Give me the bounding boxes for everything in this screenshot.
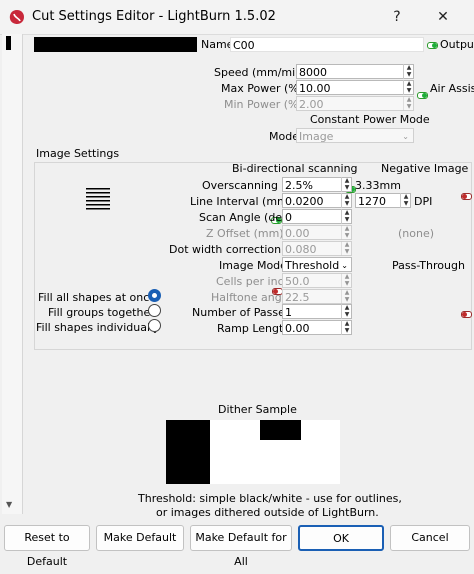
dither-sample-image [166,420,340,484]
dither-sample-heading: Dither Sample [218,403,297,416]
overscanning-label: Overscanning [202,179,278,192]
image-settings-heading: Image Settings [36,147,120,160]
reset-to-default-button[interactable]: Reset to Default [4,525,90,568]
line-interval-label: Line Interval (mm) [190,195,293,208]
left-scrollbar[interactable]: ▼ [2,34,23,514]
air-assist-label: Air Assist [430,82,474,95]
min-power-spinner[interactable]: ▲ ▼ [403,96,414,111]
window-title: Cut Settings Editor - LightBurn 1.5.02 [32,9,276,24]
dither-caption-line1: Threshold: simple black/white - use for … [138,492,402,505]
cells-per-inch-spinner[interactable]: ▲ ▼ [341,273,352,288]
name-label: Name [201,38,234,51]
cells-per-inch-label: Cells per inch [216,275,291,288]
pass-through-toggle[interactable] [461,311,472,318]
dither-caption-line2: or images dithered outside of LightBurn. [156,506,379,519]
halftone-angle-label: Halftone angle [211,291,292,304]
fill-groups-radio[interactable] [148,304,161,317]
number-of-passes-spinner[interactable]: ▲ ▼ [341,304,352,319]
bidirectional-label: Bi-directional scanning [232,162,358,175]
pass-through-label: Pass-Through [392,259,465,272]
mode-label: Mode [269,130,299,143]
overscanning-mm-value: 3.33mm [355,179,401,192]
close-button[interactable]: ✕ [420,0,466,34]
help-button[interactable]: ? [374,0,420,34]
dpi-spinner[interactable]: ▲ ▼ [400,193,411,208]
z-offset-spinner[interactable]: ▲ ▼ [341,225,352,240]
output-label: Output [440,38,474,51]
scan-lines-icon [86,188,110,210]
image-mode-value: Threshold [285,259,340,272]
overscanning-spinner[interactable]: ▲ ▼ [341,177,352,192]
dither-black-block [166,420,210,484]
max-power-input[interactable]: 10.00 [296,80,414,95]
scan-angle-label: Scan Angle (deg) [199,211,294,224]
fill-individually-label: Fill shapes individually [36,321,160,334]
lightburn-logo-icon [9,10,24,24]
output-toggle[interactable] [427,42,438,49]
number-of-passes-label: Number of Passes [192,306,291,319]
halftone-angle-spinner[interactable]: ▲ ▼ [341,289,352,304]
make-default-for-all-button[interactable]: Make Default for All [190,525,292,568]
scan-angle-spinner[interactable]: ▲ ▼ [341,209,352,224]
line-interval-spinner[interactable]: ▲ ▼ [341,193,352,208]
fill-groups-label: Fill groups together [48,306,155,319]
dither-black-bar [260,420,301,440]
dpi-label: DPI [414,195,433,208]
make-default-button[interactable]: Make Default [96,525,184,551]
negative-image-label: Negative Image [381,162,469,175]
air-assist-toggle[interactable] [417,92,428,99]
image-mode-select[interactable]: Threshold ⌄ [282,257,352,272]
min-power-label: Min Power (%) [224,98,303,111]
z-offset-label: Z Offset (mm) [206,227,284,240]
dot-width-label: Dot width correction [169,243,282,256]
cancel-button[interactable]: Cancel [390,525,470,551]
image-mode-label: Image Mode [219,259,287,272]
mode-select[interactable]: Image ⌄ [296,128,414,143]
fill-all-radio[interactable] [148,289,161,302]
fill-individually-radio[interactable] [148,319,161,332]
max-power-label: Max Power (%) [221,82,304,95]
negative-image-toggle[interactable] [461,193,472,200]
scroll-down-arrow-icon[interactable]: ▼ [6,500,12,509]
ramp-length-label: Ramp Length [217,322,291,335]
speed-label: Speed (mm/min) [214,66,307,79]
speed-input[interactable]: 8000 [296,64,414,79]
speed-spinner[interactable]: ▲ ▼ [403,64,414,79]
image-mode-chevron-down-icon: ⌄ [341,261,348,270]
ok-button[interactable]: OK [298,525,384,551]
min-power-input[interactable]: 2.00 [296,96,414,111]
scroll-thumb[interactable] [6,36,11,50]
dot-width-spinner[interactable]: ▲ ▼ [341,241,352,256]
constant-power-label: Constant Power Mode [310,113,430,126]
mode-value: Image [299,130,334,143]
mode-chevron-down-icon: ⌄ [402,132,409,141]
z-offset-none-label: (none) [398,227,435,240]
max-power-spinner[interactable]: ▲ ▼ [403,80,414,95]
layer-color-swatch [34,37,197,52]
ramp-length-spinner[interactable]: ▲ ▼ [341,320,352,335]
name-input[interactable]: C00 [230,37,424,52]
fill-all-label: Fill all shapes at once [38,291,157,304]
